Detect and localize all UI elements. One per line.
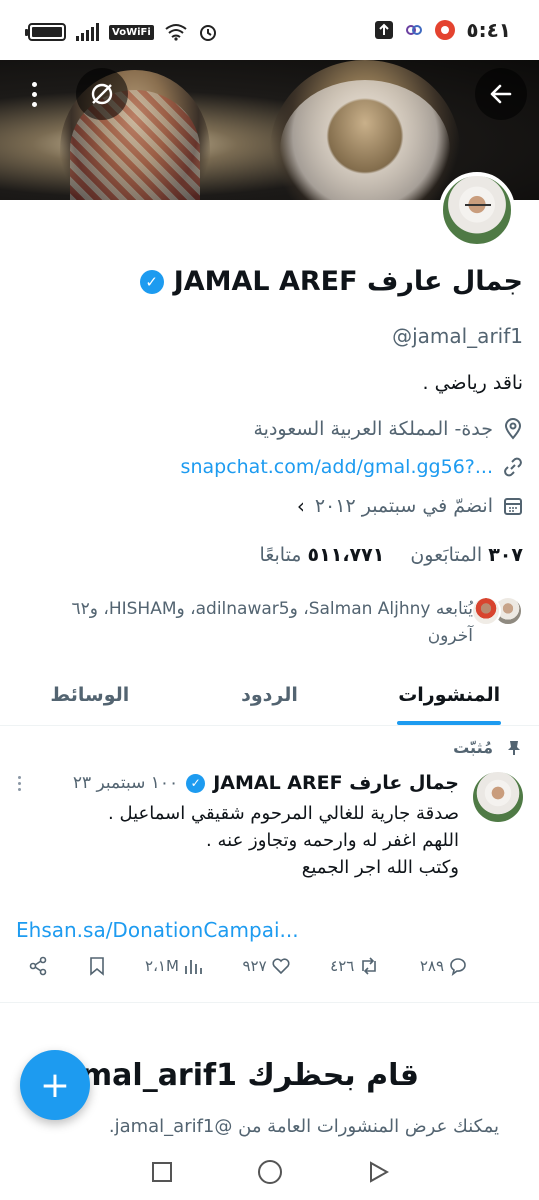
avatar: [471, 596, 501, 626]
reply-button[interactable]: ٢٨٩: [420, 956, 468, 976]
followed-by-row[interactable]: يُتابعه Salman Aljhny، وadilnawar5، وHIS…: [23, 596, 523, 650]
location-text: جدة- المملكة العربية السعودية: [253, 418, 493, 440]
vowifi-label: VoWiFi: [109, 24, 154, 40]
status-icons-right: ٥:٤١: [374, 18, 511, 42]
signal-icon: [76, 23, 99, 41]
arrow-left-icon: [490, 84, 512, 104]
profile-avatar[interactable]: [439, 172, 515, 248]
bookmark-button[interactable]: [88, 956, 106, 976]
back-nav-button[interactable]: [367, 1161, 389, 1183]
blocked-title: قام بحظرك jamal_arif1: [50, 1058, 419, 1093]
joined-text: انضمّ في سبتمبر ٢٠١٢: [314, 495, 493, 517]
status-bar: VoWiFi ٥:٤١: [0, 0, 539, 60]
post-text-line: اللهم اغفر له وارحمه وتجاوز عنه .: [206, 830, 459, 851]
followed-by-text: يُتابعه Salman Aljhny، وadilnawar5، وHIS…: [71, 599, 473, 646]
like-button[interactable]: ٩٢٧: [242, 956, 290, 976]
tab-media[interactable]: الوسائط: [0, 670, 180, 725]
repost-icon: [362, 957, 377, 975]
post-more-button[interactable]: [18, 776, 21, 791]
followed-by-avatars: [471, 596, 523, 650]
chevron-left-icon[interactable]: ›: [297, 494, 305, 518]
divider: [0, 1002, 539, 1003]
like-count: ٩٢٧: [242, 957, 267, 975]
record-app-icon: [435, 20, 456, 40]
views-button[interactable]: ٢،١M: [145, 956, 203, 976]
status-time: ٥:٤١: [466, 18, 511, 42]
profile-link-row: snapchat.com/add/gmal.gg56?...: [181, 456, 523, 478]
recents-button[interactable]: [151, 1161, 173, 1183]
post-author-name[interactable]: جمال عارف JAMAL AREF: [213, 772, 459, 794]
post-body: صدقة جارية للغالي المرحوم شقيقي اسماعيل …: [29, 800, 459, 881]
system-nav-bar: [0, 1144, 539, 1200]
bookmark-icon: [89, 957, 104, 976]
pin-icon: [508, 740, 520, 755]
verified-badge-icon[interactable]: ✓: [139, 269, 164, 294]
plus-icon: +: [39, 1064, 71, 1106]
share-icon: [29, 956, 47, 976]
profile-name-row: جمال عارف JAMAL AREF ✓: [13, 266, 523, 297]
profile-bio: ناقد رياضي .: [422, 372, 523, 394]
more-options-button[interactable]: [14, 68, 54, 120]
post-text-line: وكتب الله اجر الجميع: [301, 857, 459, 878]
post-date: ١٠٠ سبتمبر ٢٣: [72, 773, 179, 793]
wifi-icon: [165, 24, 187, 41]
repost-button[interactable]: ٤٢٦: [330, 956, 380, 976]
more-vertical-icon: [31, 81, 37, 107]
status-icons-left: VoWiFi: [25, 22, 218, 42]
repost-count: ٤٢٦: [330, 957, 355, 975]
profile-handle: @jamal_arif1: [392, 324, 523, 348]
share-button[interactable]: [28, 956, 48, 976]
profile-name: جمال عارف JAMAL AREF: [173, 266, 523, 297]
post-header: جمال عارف JAMAL AREF ✓ ١٠٠ سبتمبر ٢٣: [19, 772, 459, 794]
profile-location: جدة- المملكة العربية السعودية: [253, 418, 523, 440]
avatar-glasses: [465, 204, 491, 210]
pinned-indicator: مُثبّت: [453, 738, 521, 757]
post-author-avatar[interactable]: [473, 772, 523, 822]
blocked-subtitle: يمكنك عرض المنشورات العامة من @jamal_ari…: [108, 1116, 499, 1137]
link-icon: [504, 457, 522, 477]
profile-joined-row: انضمّ في سبتمبر ٢٠١٢ ›: [297, 494, 523, 518]
compose-button[interactable]: +: [20, 1050, 90, 1120]
battery-icon: [25, 23, 66, 41]
verified-badge-icon: ✓: [186, 773, 206, 793]
home-button[interactable]: [257, 1159, 283, 1185]
mute-button[interactable]: [76, 68, 128, 120]
heart-icon: [272, 958, 290, 975]
mute-icon: [91, 83, 113, 105]
reply-icon: [450, 958, 466, 976]
calendar-icon: [504, 498, 522, 515]
pinned-label: مُثبّت: [453, 738, 493, 757]
profile-link[interactable]: snapchat.com/add/gmal.gg56?...: [181, 456, 493, 478]
app-notification-icon: [406, 25, 423, 35]
upload-icon: [375, 21, 394, 39]
following-count-link[interactable]: ٣٠٧ المتابَعون: [410, 544, 523, 566]
tab-posts[interactable]: المنشورات: [359, 670, 539, 725]
alarm-icon: [199, 25, 216, 41]
location-pin-icon: [504, 418, 522, 440]
analytics-icon: [185, 960, 202, 974]
followers-count-link[interactable]: ٥١١،٧٧١ متابعًا: [260, 544, 385, 566]
post-link[interactable]: Ehsan.sa/DonationCampai...: [16, 918, 299, 942]
follow-counts: ٣٠٧ المتابَعون ٥١١،٧٧١ متابعًا: [260, 544, 523, 566]
post-text-line: صدقة جارية للغالي المرحوم شقيقي اسماعيل …: [108, 803, 459, 824]
tab-replies[interactable]: الردود: [180, 670, 360, 725]
view-count: ٢،١M: [145, 957, 179, 975]
reply-count: ٢٨٩: [419, 957, 444, 975]
profile-tabs: المنشورات الردود الوسائط: [0, 670, 539, 726]
post-actions: ٢٨٩ ٤٢٦ ٩٢٧ ٢،١M: [28, 956, 468, 976]
more-vertical-icon: [18, 776, 21, 791]
back-button[interactable]: [475, 68, 527, 120]
